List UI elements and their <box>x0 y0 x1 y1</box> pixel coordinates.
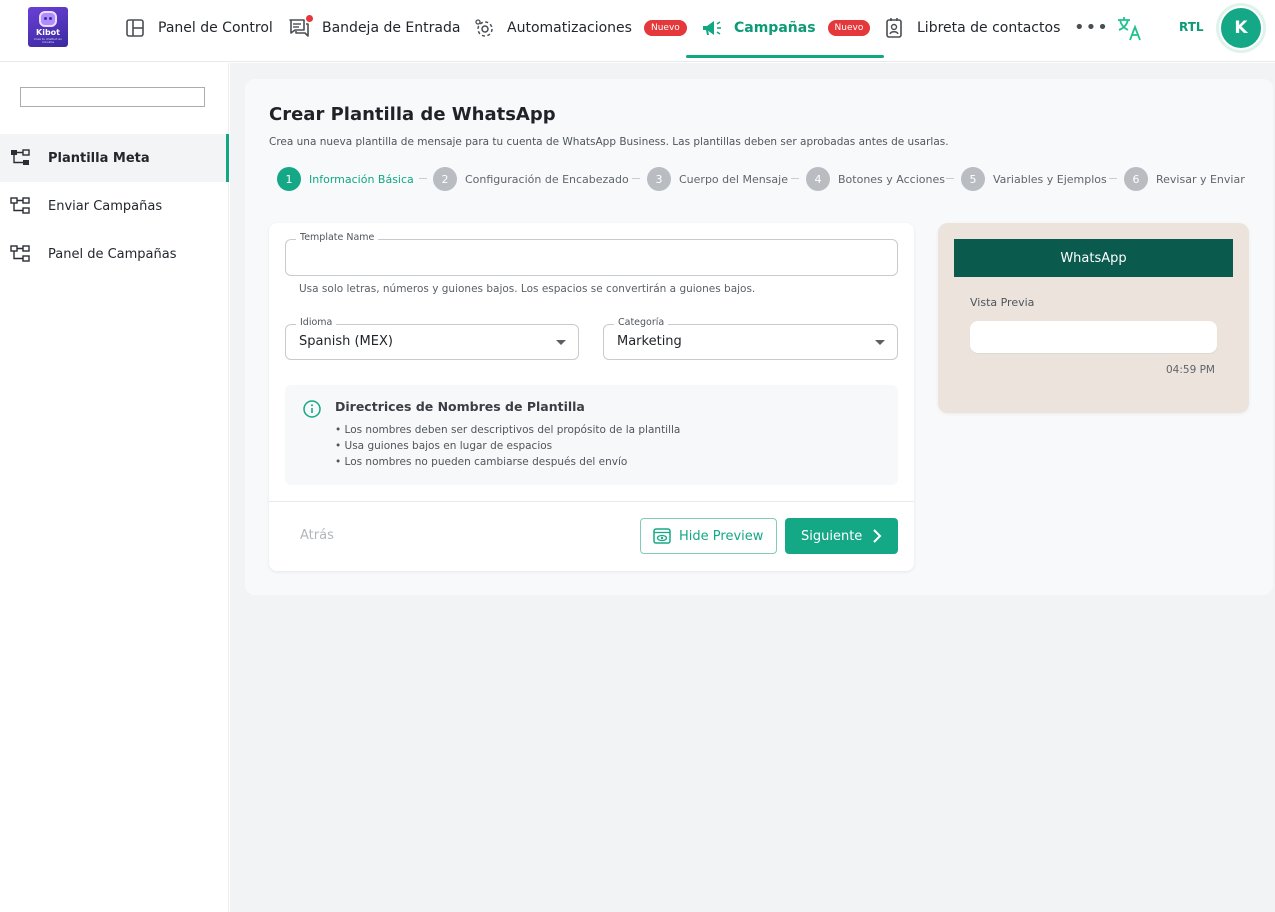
more-options-icon[interactable]: ••• <box>1074 19 1109 37</box>
step-2[interactable]: 2 Configuración de Encabezado <box>433 167 629 191</box>
language-select[interactable]: Idioma Spanish (MEX) <box>285 317 579 360</box>
nav-libreta-de-contactos[interactable]: Libreta de contactos <box>883 0 1060 56</box>
sidebar-item-label: Enviar Campañas <box>48 198 163 214</box>
nav-panel-de-control[interactable]: Panel de Control <box>124 0 273 56</box>
chevron-right-icon <box>873 529 882 543</box>
step-number: 5 <box>961 167 985 191</box>
step-separator <box>419 178 427 179</box>
nav-label: Libreta de contactos <box>917 20 1061 36</box>
hide-preview-button[interactable]: Hide Preview <box>640 518 777 554</box>
language-value: Spanish (MEX) <box>299 334 393 349</box>
step-label: Cuerpo del Mensaje <box>679 172 788 186</box>
whatsapp-header: WhatsApp <box>954 239 1233 277</box>
step-label: Botones y Acciones <box>838 172 945 186</box>
guideline-item: • Los nombres no pueden cambiarse despué… <box>335 456 628 468</box>
step-number: 2 <box>433 167 457 191</box>
contact-book-icon <box>883 17 905 39</box>
chevron-down-icon <box>556 340 566 345</box>
new-badge: Nuevo <box>643 20 687 36</box>
step-number: 4 <box>806 167 830 191</box>
card-divider <box>269 501 914 502</box>
new-badge: Nuevo <box>827 20 871 36</box>
nav-label: Panel de Control <box>158 20 273 36</box>
step-label: Configuración de Encabezado <box>465 172 629 186</box>
top-navbar: Kibot Crea tu chatbot en minutos Panel d… <box>0 0 1275 62</box>
hide-preview-label: Hide Preview <box>679 528 764 544</box>
page-description: Crea una nueva plantilla de mensaje para… <box>269 136 949 148</box>
chevron-down-icon <box>875 340 885 345</box>
step-separator <box>1109 178 1117 179</box>
info-icon <box>303 400 321 418</box>
step-separator <box>791 178 799 179</box>
robot-icon <box>39 11 57 27</box>
nav-campanas[interactable]: Campañas Nuevo <box>685 0 885 58</box>
step-separator <box>946 178 954 179</box>
step-label: Revisar y Enviar <box>1156 172 1245 186</box>
broken-image <box>20 87 205 107</box>
sidebar-item-panel-de-campanas[interactable]: Panel de Campañas <box>0 230 229 278</box>
language-label: Idioma <box>296 317 337 328</box>
preview-label: Vista Previa <box>970 296 1035 309</box>
nav-label: Campañas <box>734 20 816 36</box>
sidebar-item-plantilla-meta[interactable]: Plantilla Meta <box>0 134 229 182</box>
hierarchy-icon <box>11 149 30 165</box>
step-3[interactable]: 3 Cuerpo del Mensaje <box>647 167 788 191</box>
category-value: Marketing <box>617 334 682 349</box>
message-bubble <box>970 321 1217 353</box>
nav-automatizaciones[interactable]: Automatizaciones Nuevo <box>473 0 687 56</box>
next-button[interactable]: Siguiente <box>785 518 898 554</box>
step-1[interactable]: 1 Información Básica <box>277 167 414 191</box>
megaphone-icon <box>700 17 722 39</box>
translate-icon[interactable] <box>1116 14 1144 42</box>
back-button[interactable]: Atrás <box>300 528 334 543</box>
step-4[interactable]: 4 Botones y Acciones <box>806 167 945 191</box>
notification-dot <box>306 15 313 22</box>
rtl-toggle[interactable]: RTL <box>1179 20 1204 34</box>
nav-bandeja-de-entrada[interactable]: Bandeja de Entrada <box>288 0 460 56</box>
step-number: 1 <box>277 167 301 191</box>
nav-label: Automatizaciones <box>507 20 632 36</box>
page-title: Crear Plantilla de WhatsApp <box>269 104 556 125</box>
guidelines-title: Directrices de Nombres de Plantilla <box>335 399 585 414</box>
kibot-logo[interactable]: Kibot Crea tu chatbot en minutos <box>28 7 68 47</box>
guideline-item: • Los nombres deben ser descriptivos del… <box>335 424 681 436</box>
step-separator <box>632 178 640 179</box>
step-label: Información Básica <box>309 172 414 186</box>
template-name-helper: Usa solo letras, números y guiones bajos… <box>299 283 756 295</box>
template-name-label: Template Name <box>296 232 379 243</box>
gear-icon <box>473 17 495 39</box>
hierarchy-icon <box>10 245 30 262</box>
category-label: Categoría <box>614 317 669 328</box>
message-time: 04:59 PM <box>1166 364 1215 376</box>
nav-label: Bandeja de Entrada <box>322 20 461 36</box>
sidebar-item-enviar-campanas[interactable]: Enviar Campañas <box>0 182 229 230</box>
step-5[interactable]: 5 Variables y Ejemplos <box>961 167 1107 191</box>
logo-name: Kibot <box>36 28 60 37</box>
hierarchy-icon <box>10 197 30 214</box>
step-6[interactable]: 6 Revisar y Enviar <box>1124 167 1245 191</box>
guideline-item: • Usa guiones bajos en lugar de espacios <box>335 440 553 452</box>
sidebar: Plantilla Meta Enviar Campañas Panel de … <box>0 63 229 912</box>
inbox-icon <box>288 15 313 39</box>
step-number: 6 <box>1124 167 1148 191</box>
step-number: 3 <box>647 167 671 191</box>
sidebar-item-label: Plantilla Meta <box>48 150 150 166</box>
logo-tagline: Crea tu chatbot en minutos <box>33 37 63 44</box>
next-label: Siguiente <box>801 528 863 544</box>
sidebar-item-label: Panel de Campañas <box>48 246 177 262</box>
eye-icon <box>653 528 671 544</box>
layout-icon <box>124 17 146 39</box>
category-select[interactable]: Categoría Marketing <box>603 317 898 360</box>
step-label: Variables y Ejemplos <box>993 172 1107 186</box>
template-name-field[interactable]: Template Name <box>285 232 898 276</box>
user-avatar[interactable]: K <box>1219 6 1263 50</box>
